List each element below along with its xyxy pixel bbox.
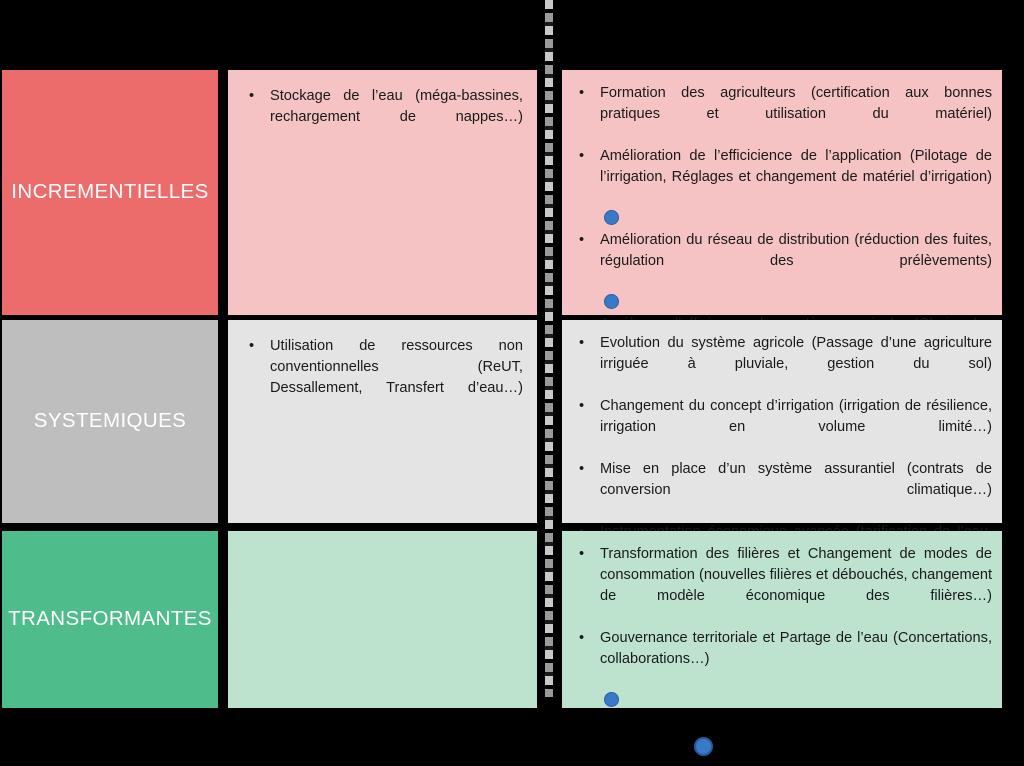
item-list: • Stockage de l’eau (méga-bassines, recha… bbox=[244, 86, 523, 149]
blue-circle-marker-icon bbox=[604, 294, 619, 309]
bullet-glyph: • bbox=[579, 546, 585, 562]
list-item-text: Changement du concept d’irrigation (irri… bbox=[600, 398, 992, 435]
strategies-matrix: INCREMENTIELLES • Stockage de l’eau (méga… bbox=[0, 0, 1024, 766]
panel-incrementielles-right: • Formation des agriculteurs (certificati… bbox=[562, 70, 1002, 416]
bullet-glyph: • bbox=[249, 88, 255, 104]
list-item: • Mise en place d’un système assurantiel … bbox=[574, 459, 992, 522]
category-block-transformantes: TRANSFORMANTES bbox=[2, 531, 218, 708]
panel-transformantes-right: • Transformation des filières et Changeme… bbox=[562, 531, 1002, 708]
list-item-text: Mise en place d’un système assurantiel (… bbox=[600, 461, 992, 498]
list-item: • Utilisation de ressources non conventio… bbox=[244, 336, 523, 420]
bullet-glyph: • bbox=[579, 461, 585, 477]
bullet-glyph: • bbox=[579, 398, 585, 414]
category-label-incrementielles: INCREMENTIELLES bbox=[11, 180, 209, 204]
vertical-dashed-divider-icon bbox=[545, 0, 553, 697]
panel-systemiques-right: • Evolution du système agricole (Passage … bbox=[562, 320, 1002, 582]
list-item-text: Amélioration du réseau de distribution (… bbox=[600, 232, 992, 269]
item-list: • Utilisation de ressources non conventio… bbox=[244, 336, 523, 420]
list-item-text: Evolution du système agricole (Passage d… bbox=[600, 335, 992, 372]
list-item: • Amélioration de l’efficicience de l’app… bbox=[574, 146, 992, 230]
list-item-text: Transformation des filières et Changemen… bbox=[600, 546, 992, 604]
panel-transformantes-middle bbox=[228, 531, 537, 708]
bullet-glyph: • bbox=[579, 630, 585, 646]
bullet-glyph: • bbox=[579, 232, 585, 248]
category-label-systemiques: SYSTEMIQUES bbox=[33, 409, 187, 433]
list-item: • Stockage de l’eau (méga-bassines, recha… bbox=[244, 86, 523, 149]
list-item-text: Utilisation de ressources non convention… bbox=[270, 338, 523, 396]
blue-circle-marker-icon bbox=[694, 737, 713, 756]
item-list: • Transformation des filières et Changeme… bbox=[574, 544, 992, 712]
bullet-glyph: • bbox=[249, 338, 255, 354]
panel-systemiques-middle: • Utilisation de ressources non conventio… bbox=[228, 320, 537, 523]
blue-circle-marker-icon bbox=[604, 692, 619, 707]
list-item: • Changement du concept d’irrigation (irr… bbox=[574, 396, 992, 459]
blue-circle-marker-icon bbox=[604, 210, 619, 225]
list-item: • Evolution du système agricole (Passage … bbox=[574, 333, 992, 396]
bullet-glyph: • bbox=[579, 335, 585, 351]
bullet-glyph: • bbox=[579, 85, 585, 101]
category-block-incrementielles: INCREMENTIELLES bbox=[2, 70, 218, 315]
panel-incrementielles-middle: • Stockage de l’eau (méga-bassines, recha… bbox=[228, 70, 537, 315]
category-block-systemiques: SYSTEMIQUES bbox=[2, 320, 218, 523]
list-item-text: Amélioration de l’efficicience de l’appl… bbox=[600, 148, 992, 185]
category-label-transformantes: TRANSFORMANTES bbox=[8, 607, 212, 631]
list-item-text: Gouvernance territoriale et Partage de l… bbox=[600, 630, 992, 667]
list-item: • Gouvernance territoriale et Partage de … bbox=[574, 628, 992, 712]
bullet-glyph: • bbox=[579, 148, 585, 164]
list-item-text: Stockage de l’eau (méga-bassines, rechar… bbox=[270, 88, 523, 125]
list-item: • Amélioration du réseau de distribution … bbox=[574, 230, 992, 314]
list-item: • Transformation des filières et Changeme… bbox=[574, 544, 992, 628]
list-item-text: Formation des agriculteurs (certificatio… bbox=[600, 85, 992, 122]
list-item: • Formation des agriculteurs (certificati… bbox=[574, 83, 992, 146]
